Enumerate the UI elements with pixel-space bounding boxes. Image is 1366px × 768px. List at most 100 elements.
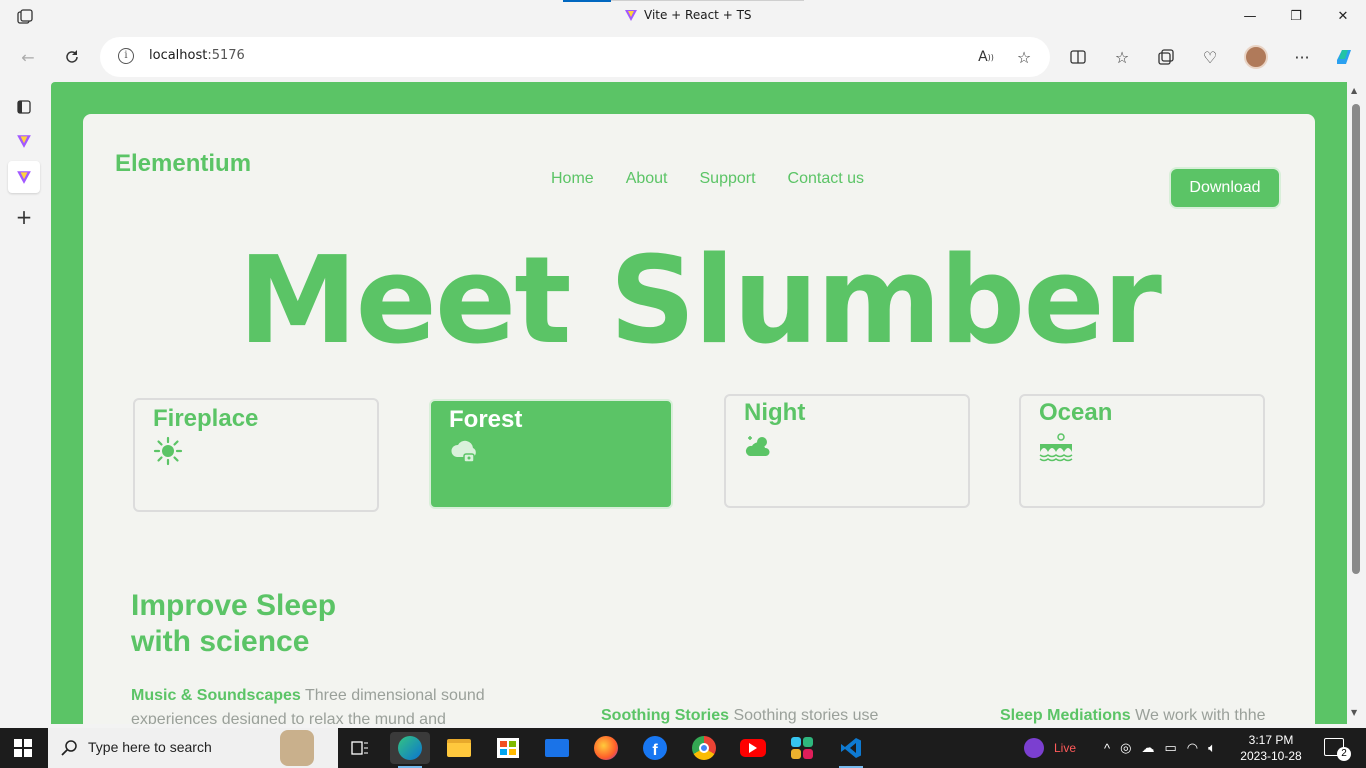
feature-text: Three dimensional sound bbox=[300, 687, 485, 704]
tab-title[interactable]: Vite + React + TS bbox=[624, 8, 752, 22]
main-card: Elementium Home About Support Contact us… bbox=[83, 114, 1315, 724]
science-title-line1: Improve Sleep bbox=[131, 589, 337, 622]
read-aloud-icon[interactable]: A)) bbox=[972, 43, 1000, 71]
clock-time: 3:17 PM bbox=[1248, 733, 1294, 747]
scroll-down-icon[interactable]: ▼ bbox=[1351, 708, 1357, 717]
feature-title: Sleep Mediations bbox=[1000, 707, 1131, 724]
sound-card-label: Forest bbox=[449, 406, 523, 433]
search-highlight-avatar bbox=[280, 730, 314, 766]
tab-actions-icon[interactable] bbox=[16, 8, 34, 26]
taskbar-search-box[interactable]: Type here to search bbox=[48, 728, 338, 768]
youtube-icon[interactable] bbox=[733, 732, 773, 764]
science-section-title: Improve Sleep with science bbox=[131, 588, 336, 660]
vite-logo-icon bbox=[625, 10, 637, 21]
sound-card-label: Night bbox=[744, 399, 806, 426]
collections-icon[interactable] bbox=[1152, 43, 1180, 71]
battery-icon[interactable]: ▭ bbox=[1164, 740, 1176, 756]
minimize-button[interactable]: — bbox=[1238, 6, 1262, 26]
back-arrow-icon[interactable]: ← bbox=[14, 43, 42, 71]
brand-logo[interactable]: Elementium bbox=[115, 150, 251, 178]
more-options-icon[interactable]: ··· bbox=[1288, 43, 1316, 71]
vscode-icon[interactable] bbox=[831, 732, 871, 768]
clock-date: 2023-10-28 bbox=[1240, 749, 1302, 763]
tab-divider bbox=[611, 0, 804, 1]
nav-support[interactable]: Support bbox=[700, 170, 756, 188]
new-tab-plus-icon[interactable]: + bbox=[8, 201, 40, 233]
url-text[interactable]: localhost:5176 bbox=[149, 48, 245, 63]
search-placeholder: Type here to search bbox=[88, 739, 212, 755]
sound-card-night[interactable]: Night bbox=[724, 394, 970, 508]
slack-icon[interactable] bbox=[782, 732, 822, 764]
sound-card-ocean[interactable]: Ocean bbox=[1019, 394, 1265, 508]
live-label: Live bbox=[1054, 741, 1077, 755]
task-view-icon[interactable] bbox=[340, 732, 380, 764]
waves-icon bbox=[1039, 433, 1073, 462]
facebook-icon[interactable]: f bbox=[635, 732, 675, 764]
system-tray: ^ ◎ ☁ ▭ ◠ 🔈︎ bbox=[1104, 728, 1216, 768]
windows-taskbar: Type here to search f Live ^ ◎ ☁ ▭ ◠ 🔈︎ … bbox=[0, 728, 1366, 768]
feature-text-2: experiences designed to relax the mund a… bbox=[131, 711, 446, 724]
sun-icon bbox=[153, 436, 183, 466]
profile-avatar[interactable] bbox=[1242, 43, 1270, 71]
taskbar-clock[interactable]: 3:17 PM 2023-10-28 bbox=[1238, 732, 1304, 764]
nav-contact[interactable]: Contact us bbox=[788, 170, 864, 188]
edge-app-icon[interactable] bbox=[390, 732, 430, 768]
windows-start-icon[interactable] bbox=[14, 739, 32, 757]
browser-title-bar: Vite + React + TS — ❐ ✕ bbox=[0, 0, 1366, 33]
feature-meditations: Sleep Mediations We work with thhe bbox=[1000, 704, 1300, 724]
favorite-star-icon[interactable]: ☆ bbox=[1010, 43, 1038, 71]
feature-title: Music & Soundscapes bbox=[131, 687, 301, 704]
tab-title-text: Vite + React + TS bbox=[644, 8, 752, 22]
nav-home[interactable]: Home bbox=[551, 170, 594, 188]
feature-title: Soothing Stories bbox=[601, 707, 729, 724]
chrome-icon[interactable] bbox=[684, 732, 724, 764]
refresh-icon[interactable] bbox=[58, 43, 86, 71]
download-button[interactable]: Download bbox=[1169, 167, 1281, 209]
feature-music: Music & Soundscapes Three dimensional so… bbox=[131, 684, 491, 724]
live-indicator[interactable]: Live bbox=[1024, 728, 1076, 768]
sound-card-fireplace[interactable]: Fireplace bbox=[133, 398, 379, 512]
search-icon bbox=[61, 740, 77, 756]
browser-essentials-icon[interactable]: ♡ bbox=[1196, 43, 1224, 71]
science-title-line2: with science bbox=[131, 625, 310, 658]
favorites-icon[interactable]: ☆ bbox=[1108, 43, 1136, 71]
sound-card-label: Fireplace bbox=[153, 405, 259, 432]
wifi-icon[interactable]: ◠ bbox=[1187, 740, 1198, 756]
firefox-icon[interactable] bbox=[586, 732, 626, 764]
feature-text: We work with thhe bbox=[1130, 707, 1266, 724]
mail-icon[interactable] bbox=[537, 732, 577, 764]
browser-toolbar: ← i localhost:5176 A)) ☆ ☆ ♡ ··· bbox=[0, 33, 1366, 81]
feature-text: Soothing stories use bbox=[729, 707, 879, 724]
main-nav: Home About Support Contact us bbox=[551, 170, 864, 188]
file-explorer-icon[interactable] bbox=[439, 732, 479, 764]
live-icon bbox=[1024, 738, 1044, 758]
show-hidden-icons-icon[interactable]: ^ bbox=[1104, 741, 1110, 756]
copilot-icon[interactable] bbox=[1330, 43, 1358, 71]
site-info-icon[interactable]: i bbox=[118, 48, 134, 64]
notification-center-icon[interactable]: 2 bbox=[1324, 738, 1351, 761]
tab-panel-icon[interactable] bbox=[8, 91, 40, 123]
hero-title: Meet Slumber bbox=[238, 232, 1162, 371]
onedrive-cloud-icon[interactable]: ☁ bbox=[1141, 740, 1154, 756]
scrollbar-thumb[interactable] bbox=[1352, 104, 1360, 574]
vite-tab-icon[interactable] bbox=[8, 125, 40, 157]
cloud-lock-icon bbox=[451, 440, 476, 463]
vertical-tab-strip: + bbox=[0, 81, 48, 728]
close-button[interactable]: ✕ bbox=[1331, 6, 1355, 26]
split-screen-icon[interactable] bbox=[1064, 43, 1092, 71]
page-viewport: Elementium Home About Support Contact us… bbox=[51, 82, 1347, 724]
restore-button[interactable]: ❐ bbox=[1284, 6, 1308, 26]
volume-icon[interactable]: 🔈︎ bbox=[1208, 740, 1216, 756]
microsoft-store-icon[interactable] bbox=[488, 732, 528, 764]
url-host: localhost bbox=[149, 48, 208, 63]
nav-about[interactable]: About bbox=[626, 170, 668, 188]
page-scrollbar[interactable]: ▲ ▼ bbox=[1348, 82, 1366, 724]
meet-now-icon[interactable]: ◎ bbox=[1120, 740, 1131, 756]
sound-card-forest[interactable]: Forest bbox=[429, 399, 673, 509]
url-port: :5176 bbox=[207, 48, 245, 63]
scroll-up-icon[interactable]: ▲ bbox=[1351, 86, 1357, 95]
notification-count: 2 bbox=[1337, 747, 1351, 761]
cloud-sun-icon bbox=[745, 436, 770, 456]
address-bar[interactable]: i localhost:5176 A)) ☆ bbox=[100, 37, 1050, 77]
vite-tab-active-icon[interactable] bbox=[8, 161, 40, 193]
